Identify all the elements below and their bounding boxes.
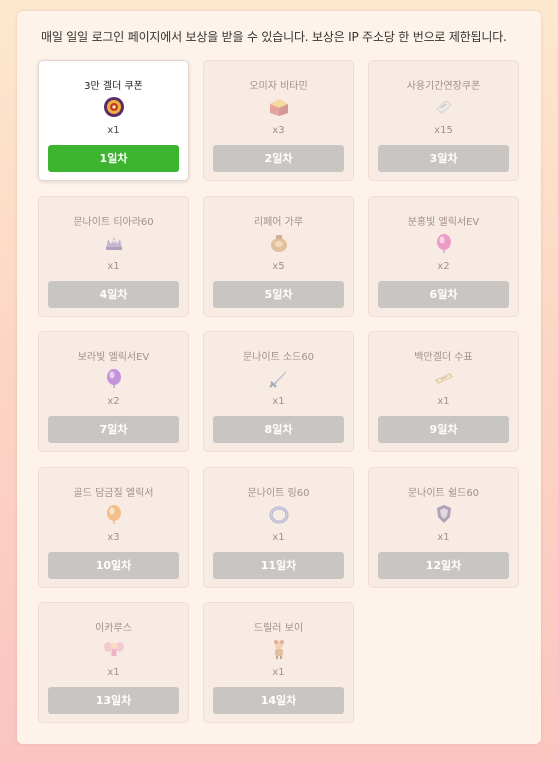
reward-name: 오미자 비타민 <box>249 81 308 92</box>
cheque-icon <box>435 373 453 384</box>
claim-day-13-button[interactable]: 13일차 <box>48 687 179 714</box>
claim-day-7-button[interactable]: 7일차 <box>48 416 179 443</box>
reward-name: 문나이트 쉴드60 <box>407 488 480 499</box>
reward-quantity: x1 <box>107 667 120 678</box>
claim-day-10-button[interactable]: 10일차 <box>48 552 179 579</box>
reward-quantity: x2 <box>437 261 450 272</box>
daily-reward-panel: 매일 일일 로그인 페이지에서 보상을 받을 수 있습니다. 보상은 IP 주소… <box>17 11 541 744</box>
claim-day-6-button[interactable]: 6일차 <box>378 281 509 308</box>
reward-name: 사용기간연장쿠폰 <box>406 81 481 92</box>
reward-name: 문나이트 소드60 <box>242 352 315 363</box>
reward-card-day-6: 분홍빛 엘릭서EV x2 6일차 <box>368 196 519 317</box>
ticket-icon <box>436 100 452 114</box>
reward-card-day-2: 오미자 비타민 x3 2일차 <box>203 60 354 181</box>
reward-quantity: x15 <box>434 125 453 136</box>
reward-name: 문나이트 링60 <box>247 488 310 499</box>
reward-quantity: x5 <box>272 261 285 272</box>
sword-icon <box>269 370 287 388</box>
reward-name: 골드 담금질 엘릭서 <box>73 488 154 499</box>
reward-name: 보라빛 엘릭서EV <box>77 352 150 363</box>
reward-name: 드릴러 보이 <box>253 623 304 634</box>
powder-bag-icon <box>271 235 287 252</box>
reward-card-day-7: 보라빛 엘릭서EV x2 7일차 <box>38 331 189 452</box>
reward-card-day-12: 문나이트 쉴드60 x1 12일차 <box>368 467 519 588</box>
claim-day-1-button[interactable]: 1일차 <box>48 145 179 172</box>
reward-card-day-9: 백만겔더 수표 x1 9일차 <box>368 331 519 452</box>
reward-quantity: x1 <box>437 396 450 407</box>
reward-quantity: x1 <box>107 261 120 272</box>
reward-notice: 매일 일일 로그인 페이지에서 보상을 받을 수 있습니다. 보상은 IP 주소… <box>41 30 507 44</box>
claim-day-3-button[interactable]: 3일차 <box>378 145 509 172</box>
reward-quantity: x1 <box>272 532 285 543</box>
reward-card-day-11: 문나이트 링60 x1 11일차 <box>203 467 354 588</box>
icarus-icon <box>104 642 124 656</box>
reward-quantity: x1 <box>272 396 285 407</box>
shield-icon <box>437 505 451 523</box>
reward-name: 3만 겔더 쿠폰 <box>84 81 143 92</box>
vitamin-box-icon <box>270 99 288 116</box>
reward-card-day-14: 드릴러 보이 x1 14일차 <box>203 602 354 723</box>
reward-name: 분홍빛 엘릭서EV <box>407 217 480 228</box>
reward-quantity: x1 <box>107 125 120 136</box>
claim-day-5-button[interactable]: 5일차 <box>213 281 344 308</box>
claim-day-4-button[interactable]: 4일차 <box>48 281 179 308</box>
tiara-icon <box>106 237 122 250</box>
reward-quantity: x1 <box>272 667 285 678</box>
reward-quantity: x1 <box>437 532 450 543</box>
claim-day-12-button[interactable]: 12일차 <box>378 552 509 579</box>
reward-quantity: x3 <box>272 125 285 136</box>
reward-grid: 3만 겔더 쿠폰 x1 1일차 오미자 비타민 x3 2일차 사용기간연장쿠폰 <box>38 60 522 724</box>
reward-name: 리페어 가루 <box>253 217 304 228</box>
reward-name: 문나이트 티아라60 <box>73 217 154 228</box>
reward-card-day-4: 문나이트 티아라60 x1 4일차 <box>38 196 189 317</box>
reward-card-day-1: 3만 겔더 쿠폰 x1 1일차 <box>38 60 189 181</box>
claim-day-9-button[interactable]: 9일차 <box>378 416 509 443</box>
reward-name: 백만겔더 수표 <box>414 352 473 363</box>
claim-day-8-button[interactable]: 8일차 <box>213 416 344 443</box>
driller-boy-icon <box>274 640 284 659</box>
coupon-icon <box>104 97 124 117</box>
reward-quantity: x2 <box>107 396 120 407</box>
reward-name: 이카루스 <box>95 623 132 634</box>
ring-icon <box>269 506 289 524</box>
gold-elixir-icon <box>107 505 121 524</box>
claim-day-2-button[interactable]: 2일차 <box>213 145 344 172</box>
reward-card-day-8: 문나이트 소드60 x1 8일차 <box>203 331 354 452</box>
claim-day-11-button[interactable]: 11일차 <box>213 552 344 579</box>
claim-day-14-button[interactable]: 14일차 <box>213 687 344 714</box>
reward-card-day-3: 사용기간연장쿠폰 x15 3일차 <box>368 60 519 181</box>
reward-quantity: x3 <box>107 532 120 543</box>
purple-balloon-icon <box>107 369 121 388</box>
pink-gem-icon <box>437 234 451 253</box>
reward-card-day-13: 이카루스 x1 13일차 <box>38 602 189 723</box>
reward-card-day-10: 골드 담금질 엘릭서 x3 10일차 <box>38 467 189 588</box>
reward-card-day-5: 리페어 가루 x5 5일차 <box>203 196 354 317</box>
